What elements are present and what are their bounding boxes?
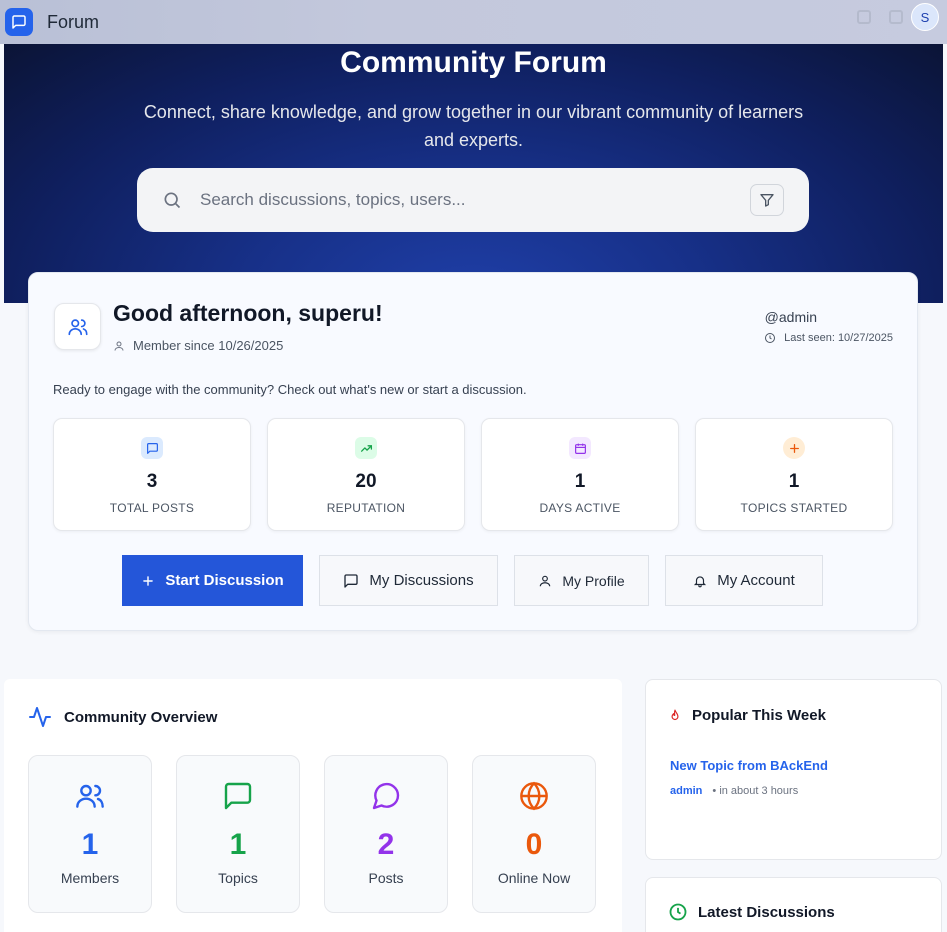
popular-topic-link[interactable]: New Topic from BAckEnd (670, 758, 828, 773)
community-overview-panel: Community Overview 1 Members 1 Topics 2 … (4, 679, 622, 932)
flame-icon (671, 709, 679, 720)
engage-prompt: Ready to engage with the community? Chec… (53, 382, 527, 397)
stat-reputation: 20 REPUTATION (267, 418, 465, 531)
toolbar-icons (857, 10, 903, 24)
clock-icon (669, 903, 687, 921)
user-handle: @admin (764, 309, 817, 325)
topic-time: • in about 3 hours (712, 785, 799, 797)
overview-label: Online Now (497, 870, 571, 886)
app-name[interactable]: Forum (47, 12, 99, 33)
search-input[interactable]: Search discussions, topics, users... (200, 190, 466, 210)
forum-logo-icon[interactable] (5, 8, 33, 36)
search-bar[interactable]: Search discussions, topics, users... (137, 168, 809, 232)
overview-label: Topics (218, 870, 258, 886)
my-profile-button[interactable]: My Profile (514, 555, 649, 606)
greeting: Good afternoon, superu! (113, 300, 383, 326)
plus-icon (143, 575, 154, 586)
hero-banner: Community Forum Connect, share knowledge… (4, 44, 943, 303)
member-since-text: Member since 10/26/2025 (133, 338, 284, 353)
last-seen-text: Last seen: 10/27/2025 (784, 332, 893, 344)
my-account-button[interactable]: My Account (665, 555, 823, 606)
globe-icon (473, 780, 595, 814)
notification-icon[interactable] (857, 10, 871, 24)
my-discussions-button[interactable]: My Discussions (319, 555, 498, 606)
overview-card-topics: 1 Topics (176, 755, 300, 913)
stat-label: DAYS ACTIVE (539, 501, 621, 515)
my-discussions-label: My Discussions (369, 572, 474, 589)
overview-title: Community Overview (64, 708, 218, 726)
plus-icon (783, 437, 805, 459)
trending-up-icon (355, 437, 377, 459)
overview-label: Members (60, 870, 120, 886)
filter-button[interactable] (750, 184, 784, 216)
top-bar: Forum S (0, 0, 947, 44)
message-square-icon (177, 780, 299, 814)
stat-value: 3 (146, 471, 158, 492)
author-link[interactable]: admin (670, 785, 702, 797)
start-discussion-button[interactable]: Start Discussion (122, 555, 303, 606)
popular-panel: Popular This Week New Topic from BAckEnd… (645, 679, 942, 860)
overview-value: 0 (525, 828, 543, 861)
overview-card-posts: 2 Posts (324, 755, 448, 913)
stats-row: 3 TOTAL POSTS 20 REPUTATION 1 DAYS ACTIV… (53, 418, 893, 531)
stat-label: TOPICS STARTED (740, 501, 848, 515)
popular-header: Popular This Week (668, 707, 826, 724)
message-circle-icon (325, 780, 447, 814)
search-icon (162, 190, 182, 210)
member-since: Member since 10/26/2025 (113, 338, 283, 353)
latest-discussions-panel: Latest Discussions (645, 877, 942, 932)
activity-icon (29, 707, 51, 727)
calendar-icon (569, 437, 591, 459)
start-discussion-label: Start Discussion (165, 572, 284, 589)
overview-header: Community Overview (28, 705, 217, 729)
last-seen: Last seen: 10/27/2025 (764, 332, 893, 344)
my-profile-label: My Profile (562, 572, 625, 589)
overview-cards: 1 Members 1 Topics 2 Posts 0 Online Now (28, 755, 596, 913)
popular-topic-meta: admin • in about 3 hours (670, 785, 798, 797)
stat-topics-started: 1 TOPICS STARTED (695, 418, 893, 531)
popular-title: Popular This Week (692, 707, 826, 724)
hero-subtitle: Connect, share knowledge, and grow toget… (143, 102, 804, 150)
message-square-icon (141, 437, 163, 459)
overview-value: 1 (81, 828, 99, 861)
latest-header: Latest Discussions (668, 902, 835, 922)
overview-value: 1 (229, 828, 247, 861)
stat-label: TOTAL POSTS (109, 501, 195, 515)
hero-title: Community Forum (340, 46, 607, 79)
latest-title: Latest Discussions (698, 903, 835, 921)
overview-card-members: 1 Members (28, 755, 152, 913)
overview-label: Posts (368, 870, 404, 886)
my-account-label: My Account (717, 572, 795, 589)
welcome-card: Good afternoon, superu! Member since 10/… (28, 272, 918, 631)
action-buttons: Start Discussion My Discussions My Profi… (122, 555, 823, 606)
message-square-icon (344, 573, 359, 588)
user-icon (540, 575, 551, 586)
user-icon (114, 341, 124, 351)
users-icon (54, 303, 101, 350)
settings-icon[interactable] (889, 10, 903, 24)
filter-icon (760, 194, 774, 207)
stat-days-active: 1 DAYS ACTIVE (481, 418, 679, 531)
clock-icon (765, 333, 776, 343)
stat-label: REPUTATION (326, 501, 406, 515)
users-icon (29, 780, 151, 814)
user-avatar[interactable]: S (911, 3, 939, 31)
stat-total-posts: 3 TOTAL POSTS (53, 418, 251, 531)
stat-value: 1 (788, 471, 800, 492)
stat-value: 20 (355, 471, 377, 492)
stat-value: 1 (574, 471, 586, 492)
bell-icon (694, 575, 707, 587)
overview-value: 2 (377, 828, 395, 861)
overview-card-online: 0 Online Now (472, 755, 596, 913)
